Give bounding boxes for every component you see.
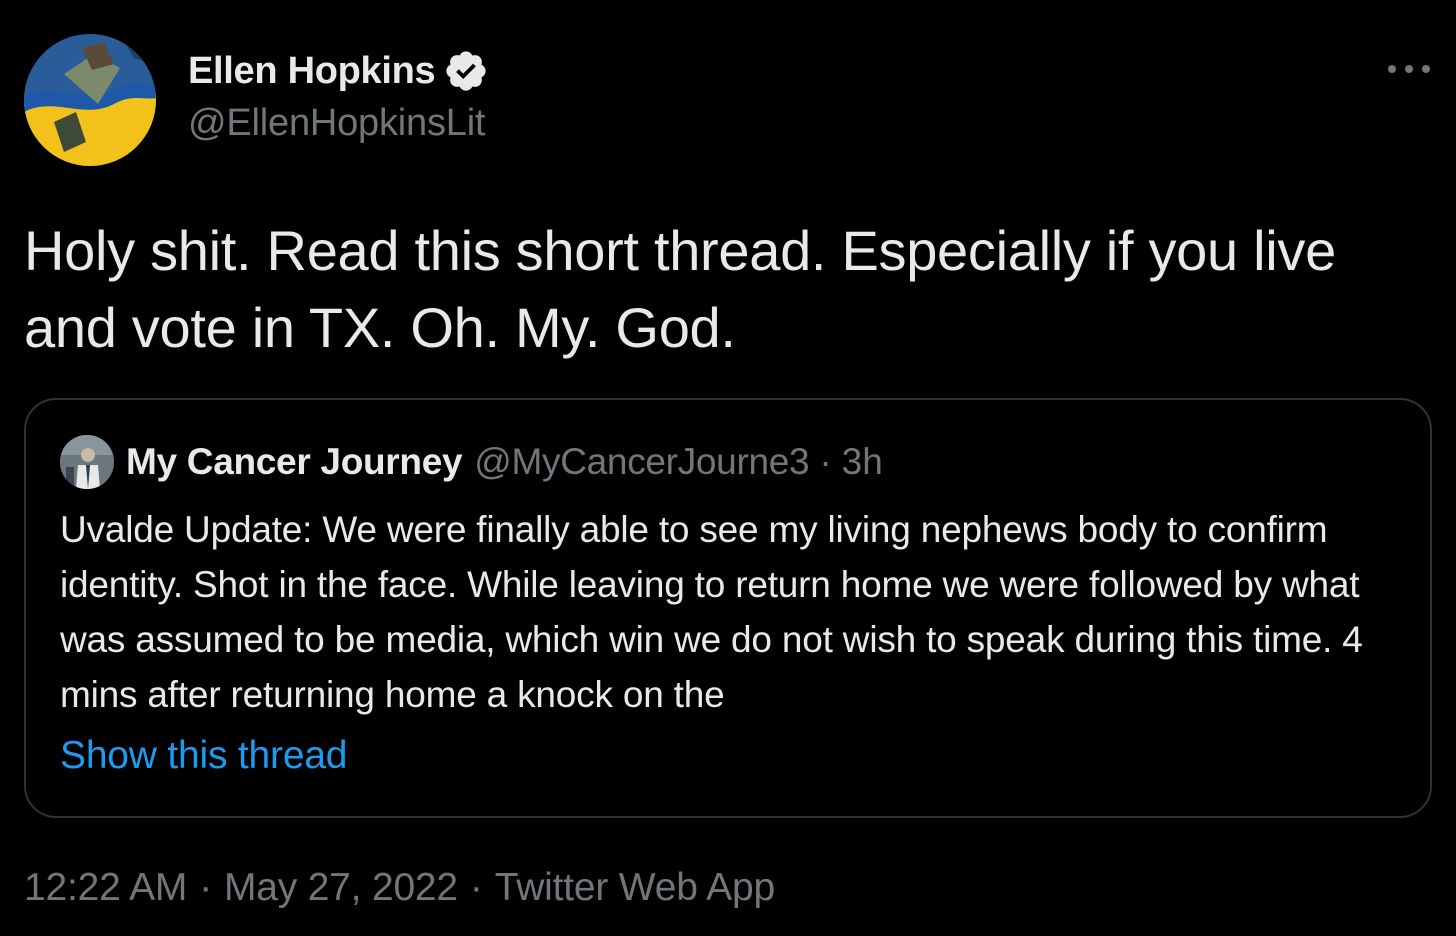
author-handle[interactable]: @EllenHopkinsLit [188, 102, 489, 145]
meta-separator: · [199, 866, 212, 909]
quoted-tweet-text: Uvalde Update: We were finally able to s… [60, 509, 1363, 715]
more-dot [1422, 65, 1430, 73]
verified-badge-icon [443, 48, 489, 94]
quoted-tweet-header: My Cancer Journey @MyCancerJourne3 · 3h [60, 434, 883, 490]
quoted-author-handle[interactable]: @MyCancerJourne3 [474, 441, 809, 483]
show-thread-link[interactable]: Show this thread [60, 734, 348, 778]
tweet-source[interactable]: Twitter Web App [495, 866, 775, 909]
author-display-name[interactable]: Ellen Hopkins [188, 50, 436, 93]
quoted-author-display-name[interactable]: My Cancer Journey [126, 441, 463, 483]
more-dot [1405, 65, 1413, 73]
quoted-tweet[interactable]: My Cancer Journey @MyCancerJourne3 · 3h … [24, 398, 1432, 818]
quoted-separator: · [819, 441, 832, 482]
tweet-text: Holy shit. Read this short thread. Espec… [24, 219, 1336, 359]
author-avatar[interactable] [24, 34, 156, 166]
quoted-author-avatar [60, 435, 114, 489]
meta-separator: · [469, 866, 483, 909]
quoted-timestamp[interactable]: 3h [842, 441, 883, 483]
more-dot [1388, 65, 1396, 73]
tweet-card: Ellen Hopkins @EllenHopkinsLit Holy shit… [0, 0, 1456, 936]
tweet-time[interactable]: 12:22 AM [24, 866, 187, 909]
more-options-icon[interactable] [1388, 54, 1430, 84]
tweet-metadata: 12:22 AM · May 27, 2022 · Twitter Web App [24, 866, 775, 910]
author-block: Ellen Hopkins @EllenHopkinsLit [188, 46, 489, 145]
tweet-date[interactable]: May 27, 2022 [224, 866, 458, 909]
author-name-row: Ellen Hopkins [188, 46, 489, 96]
